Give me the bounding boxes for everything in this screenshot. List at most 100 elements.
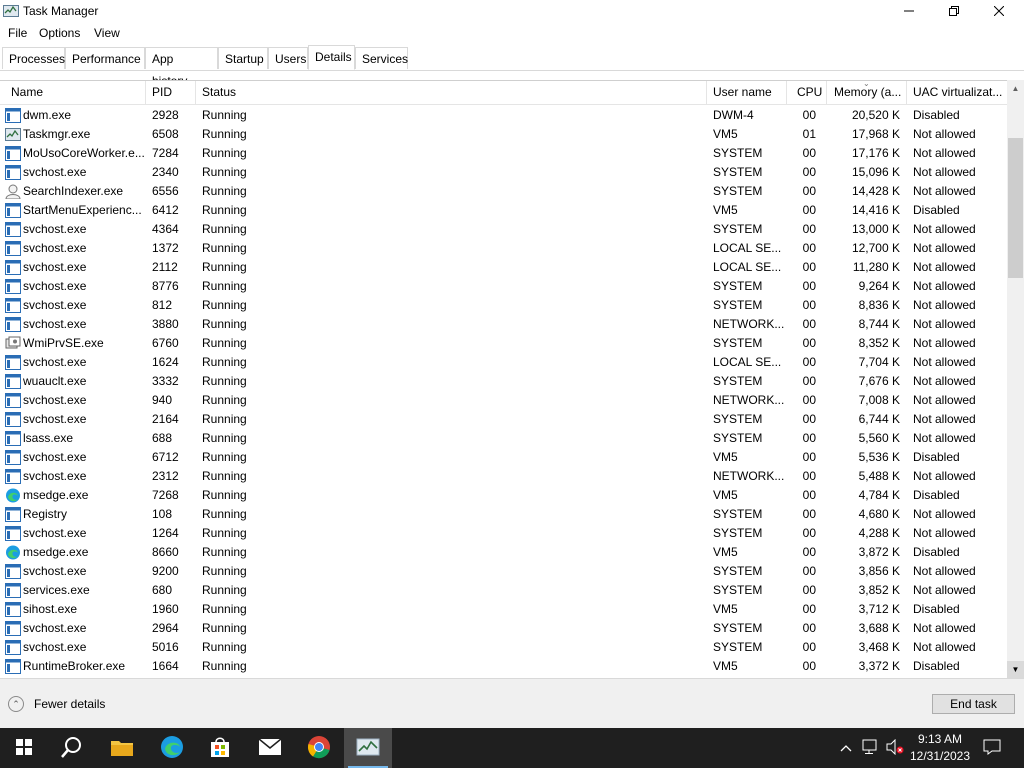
tab-app-history[interactable]: App history [145,47,218,88]
process-status: Running [202,469,247,483]
taskbar-edge[interactable] [148,728,196,768]
menu-file[interactable]: File [8,26,27,40]
process-name: svchost.exe [23,393,87,407]
vertical-scrollbar[interactable]: ▲ ▼ [1007,80,1024,678]
tab-processes[interactable]: Processes [2,47,65,69]
process-cpu: 00 [802,659,816,673]
table-row[interactable]: SearchIndexer.exe 6556 Running SYSTEM 00 14,4… [0,182,1007,201]
table-row[interactable]: WmiPrvSE.exe 6760 Running SYSTEM 00 8,352 K No… [0,334,1007,353]
column-pid[interactable]: PID [146,81,196,104]
tab-startup[interactable]: Startup [218,47,268,69]
scroll-thumb[interactable] [1008,138,1023,278]
process-pid: 6712 [152,450,179,464]
table-row[interactable]: svchost.exe 1372 Running LOCAL SE... 00 12,70… [0,239,1007,258]
table-row[interactable]: svchost.exe 9200 Running SYSTEM 00 3,856 K Not… [0,562,1007,581]
window-app-icon [5,203,21,218]
end-task-button[interactable]: End task [932,694,1015,714]
search-icon [61,736,83,761]
taskbar-clock[interactable]: 9:13 AM 12/31/2023 [904,731,976,765]
table-row[interactable]: svchost.exe 2312 Running NETWORK... 00 5,488 … [0,467,1007,486]
process-uac: Disabled [913,659,960,673]
process-name: svchost.exe [23,165,87,179]
process-uac: Not allowed [913,222,976,236]
table-row[interactable]: Taskmgr.exe 6508 Running VM5 01 17,968 K Not a… [0,125,1007,144]
table-row[interactable]: svchost.exe 940 Running NETWORK... 00 7,008 K… [0,391,1007,410]
footer-bar: ⌃ Fewer details End task [0,678,1024,729]
start-button[interactable] [0,728,48,768]
table-row[interactable]: svchost.exe 2340 Running SYSTEM 00 15,096 K No… [0,163,1007,182]
menu-options[interactable]: Options [39,26,80,40]
scroll-up-button[interactable]: ▲ [1007,80,1024,97]
column-uac-virtualization[interactable]: UAC virtualizat... [907,81,1007,104]
tab-details[interactable]: Details [308,45,355,70]
process-uac: Not allowed [913,507,976,521]
process-user: SYSTEM [713,374,763,388]
process-pid: 8776 [152,279,179,293]
table-row[interactable]: dwm.exe 2928 Running DWM-4 00 20,520 K Disable… [0,106,1007,125]
table-row[interactable]: svchost.exe 3880 Running NETWORK... 00 8,744 … [0,315,1007,334]
minimize-button[interactable] [886,0,932,23]
tab-performance[interactable]: Performance [65,47,145,69]
maximize-icon [949,5,959,19]
table-row[interactable]: msedge.exe 8660 Running VM5 00 3,872 K Disable… [0,543,1007,562]
tab-services[interactable]: Services [355,47,408,69]
window-app-icon [5,279,21,294]
volume-tray-button[interactable] [884,728,906,768]
table-row[interactable]: svchost.exe 1264 Running SYSTEM 00 4,288 K Not… [0,524,1007,543]
column-name[interactable]: Name [5,81,146,104]
process-memory: 3,856 K [858,564,900,578]
table-row[interactable]: svchost.exe 5016 Running SYSTEM 00 3,468 K Not… [0,638,1007,657]
table-row[interactable]: svchost.exe 812 Running SYSTEM 00 8,836 K Not … [0,296,1007,315]
table-row[interactable]: Registry 108 Running SYSTEM 00 4,680 K Not all… [0,505,1007,524]
table-row[interactable]: svchost.exe 2164 Running SYSTEM 00 6,744 K Not… [0,410,1007,429]
table-row[interactable]: StartMenuExperienc... 6412 Running VM5 00 14,… [0,201,1007,220]
table-row[interactable]: svchost.exe 4364 Running SYSTEM 00 13,000 K No… [0,220,1007,239]
table-row[interactable]: svchost.exe 1624 Running LOCAL SE... 00 7,704… [0,353,1007,372]
process-cpu: 00 [802,640,816,654]
table-row[interactable]: sihost.exe 1960 Running VM5 00 3,712 K Disable… [0,600,1007,619]
taskbar-search-button[interactable] [48,728,96,768]
table-row[interactable]: MoUsoCoreWorker.e... 7284 Running SYSTEM 00 1… [0,144,1007,163]
process-memory: 11,280 K [852,260,900,274]
fewer-details-button[interactable]: ⌃ Fewer details [8,695,105,713]
column-status[interactable]: Status [196,81,707,104]
tab-users[interactable]: Users [268,47,308,69]
window-app-icon [5,564,21,579]
table-row[interactable]: services.exe 680 Running SYSTEM 00 3,852 K Not… [0,581,1007,600]
column-user-name[interactable]: User name [707,81,787,104]
close-button[interactable] [976,0,1022,23]
taskbar-mail[interactable] [246,728,294,768]
table-row[interactable]: svchost.exe 2112 Running LOCAL SE... 00 11,28… [0,258,1007,277]
show-hidden-icons-button[interactable] [836,728,856,768]
taskbar-store[interactable] [196,728,244,768]
sort-descending-icon: ⌄ [863,80,870,88]
process-name: svchost.exe [23,564,87,578]
table-row[interactable]: lsass.exe 688 Running SYSTEM 00 5,560 K Not al… [0,429,1007,448]
taskbar-task-manager[interactable] [344,728,392,768]
details-table: Name PID Status User name CPU Memory (a.… [0,80,1024,679]
process-pid: 3880 [152,317,179,331]
table-row[interactable]: svchost.exe 2964 Running SYSTEM 00 3,688 K Not… [0,619,1007,638]
window-app-icon [5,507,21,522]
column-cpu[interactable]: CPU [787,81,827,104]
table-row[interactable]: msedge.exe 7268 Running VM5 00 4,784 K Disable… [0,486,1007,505]
process-user: NETWORK... [713,393,785,407]
process-pid: 2964 [152,621,179,635]
table-row[interactable]: svchost.exe 6712 Running VM5 00 5,536 K Disabl… [0,448,1007,467]
process-uac: Not allowed [913,165,976,179]
action-center-button[interactable] [980,728,1004,768]
scroll-down-button[interactable]: ▼ [1007,661,1024,678]
taskbar-chrome[interactable] [295,728,343,768]
menu-view[interactable]: View [94,26,120,40]
process-name: RuntimeBroker.exe [23,659,126,673]
minimize-icon [904,5,914,19]
table-row[interactable]: svchost.exe 8776 Running SYSTEM 00 9,264 K Not… [0,277,1007,296]
table-row[interactable]: RuntimeBroker.exe 1664 Running VM5 00 3,372 K… [0,657,1007,676]
network-tray-button[interactable] [860,728,882,768]
restore-button[interactable] [931,0,977,23]
table-row[interactable]: wuauclt.exe 3332 Running SYSTEM 00 7,676 K Not… [0,372,1007,391]
process-name: services.exe [23,583,90,597]
process-cpu: 00 [802,488,816,502]
taskbar-file-explorer[interactable] [98,728,146,768]
process-status: Running [202,260,247,274]
